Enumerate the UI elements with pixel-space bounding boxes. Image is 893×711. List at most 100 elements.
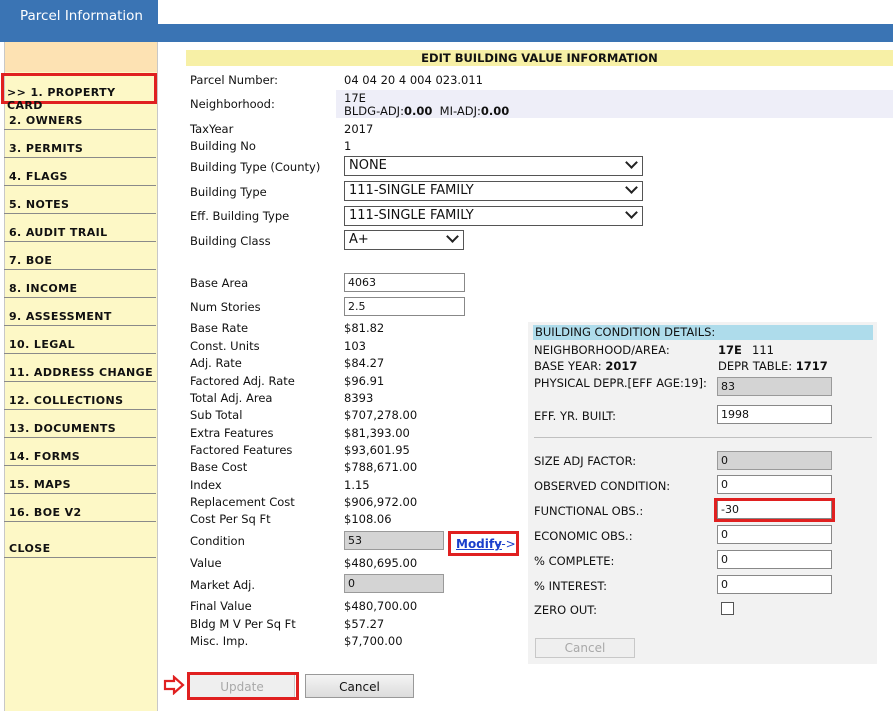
misc-imp-value: $7,700.00 [344, 634, 403, 648]
cancel-button[interactable]: Cancel [305, 674, 414, 698]
sidebar-item-income[interactable]: 8. INCOME [4, 270, 156, 298]
pct-interest-label: % INTEREST: [534, 579, 608, 593]
observed-condition-label: OBSERVED CONDITION: [534, 479, 671, 493]
depr-table-value: 1717 [795, 359, 828, 373]
sidebar-item-close[interactable]: CLOSE [4, 530, 156, 558]
replacement-cost-label: Replacement Cost [190, 495, 295, 509]
replacement-cost-value: $906,972.00 [344, 495, 418, 509]
sidebar-item-documents[interactable]: 13. DOCUMENTS [4, 410, 156, 438]
bldg-mv-per-sq-ft-value: $57.27 [344, 617, 385, 631]
sidebar-item-boe-v2[interactable]: 16. BOE V2 [4, 494, 156, 522]
bldg-adj-label: BLDG-ADJ: [344, 104, 404, 118]
factored-adj-rate-label: Factored Adj. Rate [190, 374, 295, 388]
building-type-label: Building Type [190, 185, 267, 199]
bldg-adj-value: 0.00 [403, 104, 433, 118]
sidebar-item-assessment[interactable]: 9. ASSESSMENT [4, 298, 156, 326]
tax-year-label: TaxYear [190, 122, 234, 136]
building-class-select[interactable]: A+ [344, 230, 464, 250]
zero-out-checkbox[interactable] [721, 602, 734, 615]
factored-features-label: Factored Features [190, 443, 293, 457]
eff-building-type-select[interactable]: 111-SINGLE FAMILY [344, 206, 643, 226]
building-type-value: 111-SINGLE FAMILY [349, 183, 474, 198]
zero-out-label: ZERO OUT: [534, 603, 597, 617]
eff-yr-built-label: EFF. YR. BUILT: [534, 409, 617, 423]
market-adj-input: 0 [344, 574, 444, 593]
sidebar-item-address-change[interactable]: 11. ADDRESS CHANGE [4, 354, 156, 382]
building-type-select[interactable]: 111-SINGLE FAMILY [344, 181, 643, 201]
chevron-down-icon [625, 206, 638, 219]
depr-table-line: DEPR TABLE: 1717 [718, 359, 828, 373]
chevron-down-icon [625, 156, 638, 169]
sidebar-item-boe[interactable]: 7. BOE [4, 242, 156, 270]
sidebar-item-forms[interactable]: 14. FORMS [4, 438, 156, 466]
size-adj-factor-label: SIZE ADJ FACTOR: [534, 454, 637, 468]
condition-input: 53 [344, 531, 444, 550]
modify-arrow: --> [497, 537, 516, 551]
neighborhood-area-value: 17E [718, 343, 742, 357]
pct-interest-input[interactable]: 0 [717, 575, 832, 594]
neighborhood-value: 17E [344, 91, 366, 105]
building-no-label: Building No [190, 139, 256, 153]
neighborhood-area-label: NEIGHBORHOOD/AREA: [534, 343, 670, 357]
tax-year-value: 2017 [344, 122, 374, 136]
base-rate-label: Base Rate [190, 321, 249, 335]
arrow-right-icon [163, 675, 185, 695]
economic-obs-input[interactable]: 0 [717, 525, 832, 544]
sidebar-item-legal[interactable]: 10. LEGAL [4, 326, 156, 354]
base-year-line: BASE YEAR: 2017 [534, 359, 637, 373]
total-adj-area-value: 8393 [344, 391, 374, 405]
neighborhood-adjustments: BLDG-ADJ:0.00 MI-ADJ:0.00 [344, 104, 509, 118]
chevron-down-icon [446, 230, 459, 243]
sidebar-item-notes[interactable]: 5. NOTES [4, 186, 156, 214]
value-label: Value [190, 556, 222, 570]
base-rate-value: $81.82 [344, 321, 385, 335]
mi-adj-label: MI-ADJ: [439, 104, 481, 118]
chevron-down-icon [625, 181, 638, 194]
num-stories-input[interactable]: 2.5 [344, 297, 465, 316]
tab-parcel-information[interactable]: Parcel Information [0, 0, 158, 30]
functional-obs-highlight [714, 498, 835, 522]
pct-complete-label: % COMPLETE: [534, 554, 615, 568]
form-header: EDIT BUILDING VALUE INFORMATION [186, 50, 893, 66]
total-adj-area-label: Total Adj. Area [190, 391, 273, 405]
economic-obs-label: ECONOMIC OBS.: [534, 529, 633, 543]
index-label: Index [190, 478, 222, 492]
adj-rate-value: $84.27 [344, 356, 385, 370]
sidebar-item-collections[interactable]: 12. COLLECTIONS [4, 382, 156, 410]
base-area-input[interactable]: 4063 [344, 273, 465, 292]
factored-adj-rate-value: $96.91 [344, 374, 385, 388]
base-year-value: 2017 [605, 359, 638, 373]
functional-obs-label: FUNCTIONAL OBS.: [534, 504, 644, 518]
factored-features-value: $93,601.95 [344, 443, 410, 457]
modify-link[interactable]: Modify [456, 537, 502, 551]
building-type-county-select[interactable]: NONE [344, 156, 643, 176]
building-condition-header: BUILDING CONDITION DETAILS: [533, 325, 873, 340]
value-value: $480,695.00 [344, 556, 418, 570]
extra-features-value: $81,393.00 [344, 426, 410, 440]
adj-rate-label: Adj. Rate [190, 356, 242, 370]
sidebar-item-property-card[interactable]: >> 1. PROPERTY CARD [1, 73, 157, 112]
base-year-label: BASE YEAR: [534, 359, 602, 373]
sidebar-item-audit-trail[interactable]: 6. AUDIT TRAIL [4, 214, 156, 242]
tab-label: Parcel Information [20, 8, 143, 24]
parcel-number-value: 04 04 20 4 004 023.011 [344, 73, 483, 87]
building-type-county-label: Building Type (County) [190, 160, 321, 174]
observed-condition-input[interactable]: 0 [717, 475, 832, 494]
sub-total-value: $707,278.00 [344, 408, 418, 422]
panel-divider [534, 437, 872, 438]
sidebar-item-maps[interactable]: 15. MAPS [4, 466, 156, 494]
pct-complete-input[interactable]: 0 [717, 550, 832, 569]
building-class-value: A+ [349, 232, 369, 247]
neighborhood-area-code: 111 [752, 343, 774, 357]
parcel-number-label: Parcel Number: [190, 73, 279, 87]
building-type-county-value: NONE [349, 158, 387, 173]
bldg-mv-per-sq-ft-label: Bldg M V Per Sq Ft [190, 617, 296, 631]
base-area-label: Base Area [190, 276, 249, 290]
sidebar-item-owners[interactable]: 2. OWNERS [4, 102, 156, 130]
misc-imp-label: Misc. Imp. [190, 634, 249, 648]
sidebar-item-permits[interactable]: 3. PERMITS [4, 130, 156, 158]
base-cost-label: Base Cost [190, 460, 248, 474]
sidebar-item-flags[interactable]: 4. FLAGS [4, 158, 156, 186]
eff-yr-built-input[interactable]: 1998 [717, 405, 832, 424]
panel-cancel-button[interactable]: Cancel [535, 638, 635, 658]
